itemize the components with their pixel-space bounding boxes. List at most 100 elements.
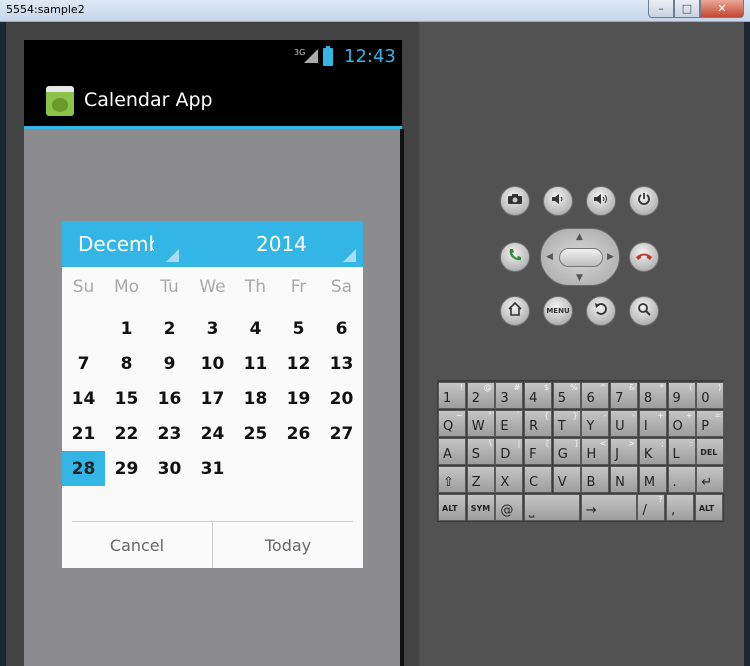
calendar-day[interactable]: 5 — [277, 311, 320, 346]
calendar-day[interactable]: 14 — [62, 381, 105, 416]
key-7-key[interactable]: 7 & — [610, 382, 639, 409]
key-alt-key[interactable]: ALT — [438, 494, 466, 521]
calendar-day[interactable]: 26 — [277, 416, 320, 451]
key-x-key[interactable]: X — [495, 466, 524, 493]
key-9-key[interactable]: 9( — [667, 382, 696, 409]
calendar-day[interactable]: 27 — [320, 416, 363, 451]
calendar-day[interactable]: 22 — [105, 416, 148, 451]
key-m-key[interactable]: M — [638, 466, 667, 493]
calendar-day[interactable]: 10 — [191, 346, 234, 381]
calendar-day[interactable]: 11 — [234, 346, 277, 381]
home-button[interactable] — [500, 296, 530, 326]
key-k-key[interactable]: K; — [638, 438, 667, 465]
key-8-key[interactable]: 8 * — [638, 382, 667, 409]
today-button[interactable]: Today — [212, 522, 363, 568]
key-e-key[interactable]: E ` — [495, 410, 524, 437]
search-button[interactable] — [629, 296, 659, 326]
key-n-key[interactable]: N — [610, 466, 639, 493]
key-5-key[interactable]: 5% — [552, 382, 581, 409]
dpad[interactable]: ▲ ▼ ◀ ▶ — [540, 228, 620, 286]
month-spinner[interactable]: December — [78, 232, 154, 256]
key--key[interactable]: → — [580, 494, 637, 521]
calendar-day[interactable]: 20 — [320, 381, 363, 416]
camera-button[interactable] — [500, 186, 530, 216]
key-u-key[interactable]: U- — [610, 410, 639, 437]
key--key[interactable]: /? — [637, 494, 666, 521]
key-p-key[interactable]: P = — [696, 410, 725, 437]
key-y-key[interactable]: Y- — [581, 410, 610, 437]
key-h-key[interactable]: H < — [581, 438, 610, 465]
key-t-key[interactable]: T} — [552, 410, 581, 437]
minimize-button[interactable]: – — [648, 0, 674, 18]
calendar-day[interactable]: 3 — [191, 311, 234, 346]
calendar-day[interactable]: 16 — [148, 381, 191, 416]
key-i-key[interactable]: I + — [638, 410, 667, 437]
key--key[interactable]: @ — [495, 494, 524, 521]
calendar-day[interactable]: 13 — [320, 346, 363, 381]
calendar-day[interactable]: 29 — [105, 451, 148, 486]
volume-up-button[interactable] — [586, 186, 616, 216]
calendar-day[interactable]: 23 — [148, 416, 191, 451]
dpad-up-icon[interactable]: ▲ — [576, 232, 583, 242]
dpad-left-icon[interactable]: ◀ — [546, 252, 553, 262]
key-4-key[interactable]: 4 $ — [524, 382, 553, 409]
key--key[interactable]: , — [666, 494, 695, 521]
calendar-day[interactable]: 18 — [234, 381, 277, 416]
close-button[interactable]: ✕ — [700, 0, 744, 18]
dpad-right-icon[interactable]: ▶ — [607, 252, 614, 262]
back-button[interactable] — [586, 296, 616, 326]
key-alt-key[interactable]: ALT — [694, 494, 723, 521]
key-j-key[interactable]: J > — [610, 438, 639, 465]
calendar-day[interactable]: 17 — [191, 381, 234, 416]
key--key[interactable]: ↵ — [696, 466, 725, 493]
calendar-day[interactable]: 19 — [277, 381, 320, 416]
calendar-day[interactable]: 8 — [105, 346, 148, 381]
calendar-day[interactable]: 30 — [148, 451, 191, 486]
key-s-key[interactable]: S \ — [466, 438, 495, 465]
key--key[interactable]: ⇧ — [438, 466, 466, 493]
key-d-key[interactable]: D | — [495, 438, 524, 465]
calendar-day[interactable]: 25 — [234, 416, 277, 451]
key-1-key[interactable]: 1! — [438, 382, 466, 409]
cancel-button[interactable]: Cancel — [62, 522, 212, 568]
key-q-key[interactable]: Q ~ — [438, 410, 466, 437]
call-button[interactable] — [500, 242, 530, 272]
end-call-button[interactable] — [629, 242, 659, 272]
calendar-day[interactable]: 9 — [148, 346, 191, 381]
calendar-day-selected[interactable]: 28 — [62, 451, 105, 486]
calendar-day[interactable]: 15 — [105, 381, 148, 416]
key--key[interactable]: ⎵ — [524, 494, 581, 521]
power-button[interactable] — [629, 186, 659, 216]
key-sym-key[interactable]: SYM — [466, 494, 495, 521]
calendar-day[interactable]: 12 — [277, 346, 320, 381]
key-v-key[interactable]: V — [552, 466, 581, 493]
key-b-key[interactable]: B — [581, 466, 610, 493]
volume-down-button[interactable] — [543, 186, 573, 216]
calendar-day[interactable]: 2 — [148, 311, 191, 346]
key-c-key[interactable]: C — [524, 466, 553, 493]
calendar-day[interactable]: 6 — [320, 311, 363, 346]
key-f-key[interactable]: F[ — [524, 438, 553, 465]
menu-button[interactable]: MENU — [543, 296, 573, 326]
key-z-key[interactable]: Z — [466, 466, 495, 493]
key-0-key[interactable]: 0) — [696, 382, 725, 409]
calendar-day[interactable]: 7 — [62, 346, 105, 381]
key--key[interactable]: . — [667, 466, 696, 493]
key-r-key[interactable]: R{ — [524, 410, 553, 437]
key-o-key[interactable]: O + — [667, 410, 696, 437]
key-w-key[interactable]: W " — [466, 410, 495, 437]
dpad-center-button[interactable] — [559, 248, 603, 267]
key-a-key[interactable]: A — [438, 438, 466, 465]
year-spinner[interactable]: 2014 — [256, 232, 307, 256]
calendar-day[interactable]: 21 — [62, 416, 105, 451]
key-l-key[interactable]: L: — [667, 438, 696, 465]
maximize-button[interactable]: □ — [674, 0, 700, 18]
key-del-key[interactable]: DEL — [696, 438, 725, 465]
calendar-day[interactable]: 1 — [105, 311, 148, 346]
dpad-down-icon[interactable]: ▼ — [576, 273, 583, 283]
calendar-day[interactable]: 31 — [191, 451, 234, 486]
calendar-day[interactable]: 24 — [191, 416, 234, 451]
key-2-key[interactable]: 2 @ — [466, 382, 495, 409]
key-3-key[interactable]: 3 # — [495, 382, 524, 409]
key-6-key[interactable]: 6 ^ — [581, 382, 610, 409]
